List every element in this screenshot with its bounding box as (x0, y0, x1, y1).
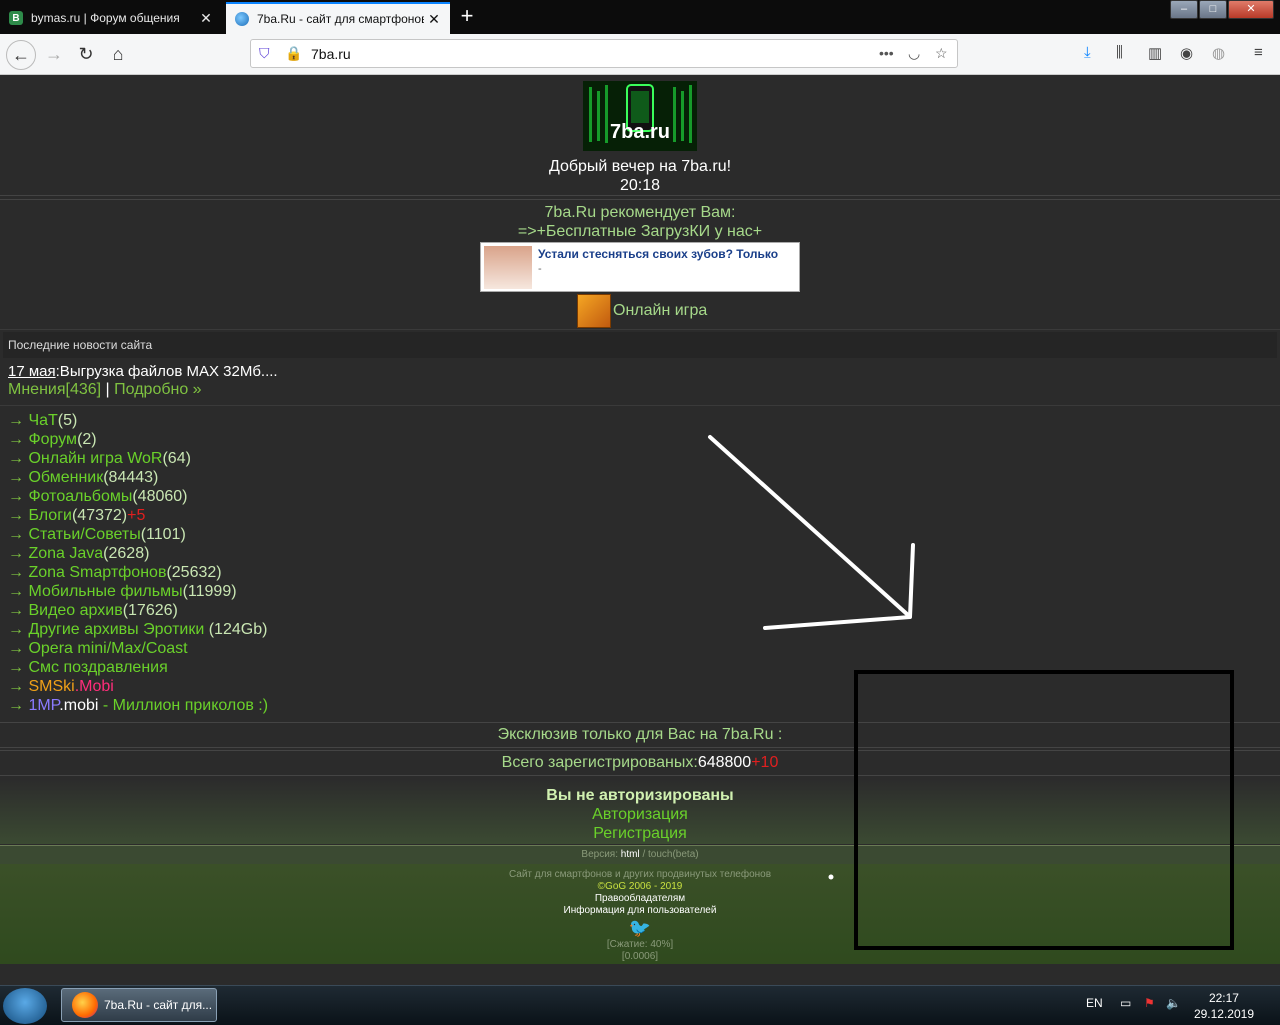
clock-date: 29.12.2019 (1193, 1007, 1254, 1021)
reload-icon[interactable]: ↻ (72, 40, 100, 68)
forward-arrow-icon[interactable]: → (40, 40, 68, 68)
taskbar-firefox[interactable]: 7ba.Ru - сайт для... (61, 988, 217, 1022)
extension-globe-icon[interactable]: ◍ (1212, 44, 1225, 62)
page-content: 7ba.ru Добрый вечер на 7ba.ru! 20:18 7ba… (0, 75, 1280, 985)
download-icon[interactable]: ⤓ (1084, 44, 1091, 61)
tab-title: 7ba.Ru - сайт для смартфонов (257, 12, 424, 26)
shield-icon[interactable]: ⛉ (259, 45, 270, 62)
taskbar-app-title: 7ba.Ru - сайт для... (104, 998, 213, 1012)
close-tab-icon[interactable]: ✕ (424, 11, 444, 28)
insecure-lock-icon[interactable]: 🔒 (285, 45, 302, 62)
home-icon[interactable]: ⌂ (104, 40, 132, 68)
action-center-flag-icon[interactable]: ⚑ (1144, 996, 1155, 1010)
firefox-icon (72, 992, 98, 1018)
volume-icon[interactable]: 🔈 (1166, 996, 1181, 1010)
url-bar[interactable]: ⛉ 🔒 7ba.ru ••• ◡ ☆ (250, 39, 958, 68)
tab-bymas[interactable]: В bymas.ru | Форум общения ✕ (0, 2, 222, 34)
tab-bar: В bymas.ru | Форум общения ✕ 7ba.Ru - са… (0, 0, 1280, 34)
bymas-favicon-icon: В (9, 11, 23, 25)
language-indicator[interactable]: EN (1086, 996, 1103, 1010)
menu-hamburger-icon[interactable]: ≡ (1254, 44, 1263, 61)
tab-title: bymas.ru | Форум общения (31, 11, 180, 25)
navigation-bar: ← → ↻ ⌂ ⛉ 🔒 7ba.ru ••• ◡ ☆ ⤓ ⫼ ▥ ◉ ◍ ≡ (0, 34, 1280, 75)
annotation-rectangle (854, 670, 1234, 950)
taskbar-clock[interactable]: 22:17 29.12.2019 (1194, 990, 1254, 1022)
minimize-button[interactable]: – (1170, 0, 1198, 19)
new-tab-button[interactable]: + (455, 3, 479, 29)
sidebar-icon[interactable]: ▥ (1148, 44, 1162, 62)
account-icon[interactable]: ◉ (1180, 44, 1193, 62)
clock-time: 22:17 (1208, 991, 1239, 1005)
window-controls: – □ ✕ (1169, 0, 1274, 19)
close-tab-icon[interactable]: ✕ (196, 10, 216, 27)
start-button-icon[interactable] (3, 988, 47, 1024)
library-icon[interactable]: ⫼ (1116, 44, 1123, 61)
close-window-button[interactable]: ✕ (1228, 0, 1274, 19)
url-text[interactable]: 7ba.ru (311, 46, 351, 62)
taskbar: 7ba.Ru - сайт для... EN ▭ ⚑ 🔈 22:17 29.1… (0, 985, 1280, 1025)
bookmark-star-icon[interactable]: ☆ (935, 45, 948, 62)
tab-7ba[interactable]: 7ba.Ru - сайт для смартфонов ✕ (226, 2, 450, 34)
pocket-icon[interactable]: ◡ (908, 45, 920, 62)
globe-icon (235, 12, 249, 26)
back-arrow-icon[interactable]: ← (6, 40, 36, 70)
maximize-button[interactable]: □ (1199, 0, 1227, 19)
network-icon[interactable]: ▭ (1120, 996, 1131, 1010)
more-actions-icon[interactable]: ••• (879, 45, 894, 61)
